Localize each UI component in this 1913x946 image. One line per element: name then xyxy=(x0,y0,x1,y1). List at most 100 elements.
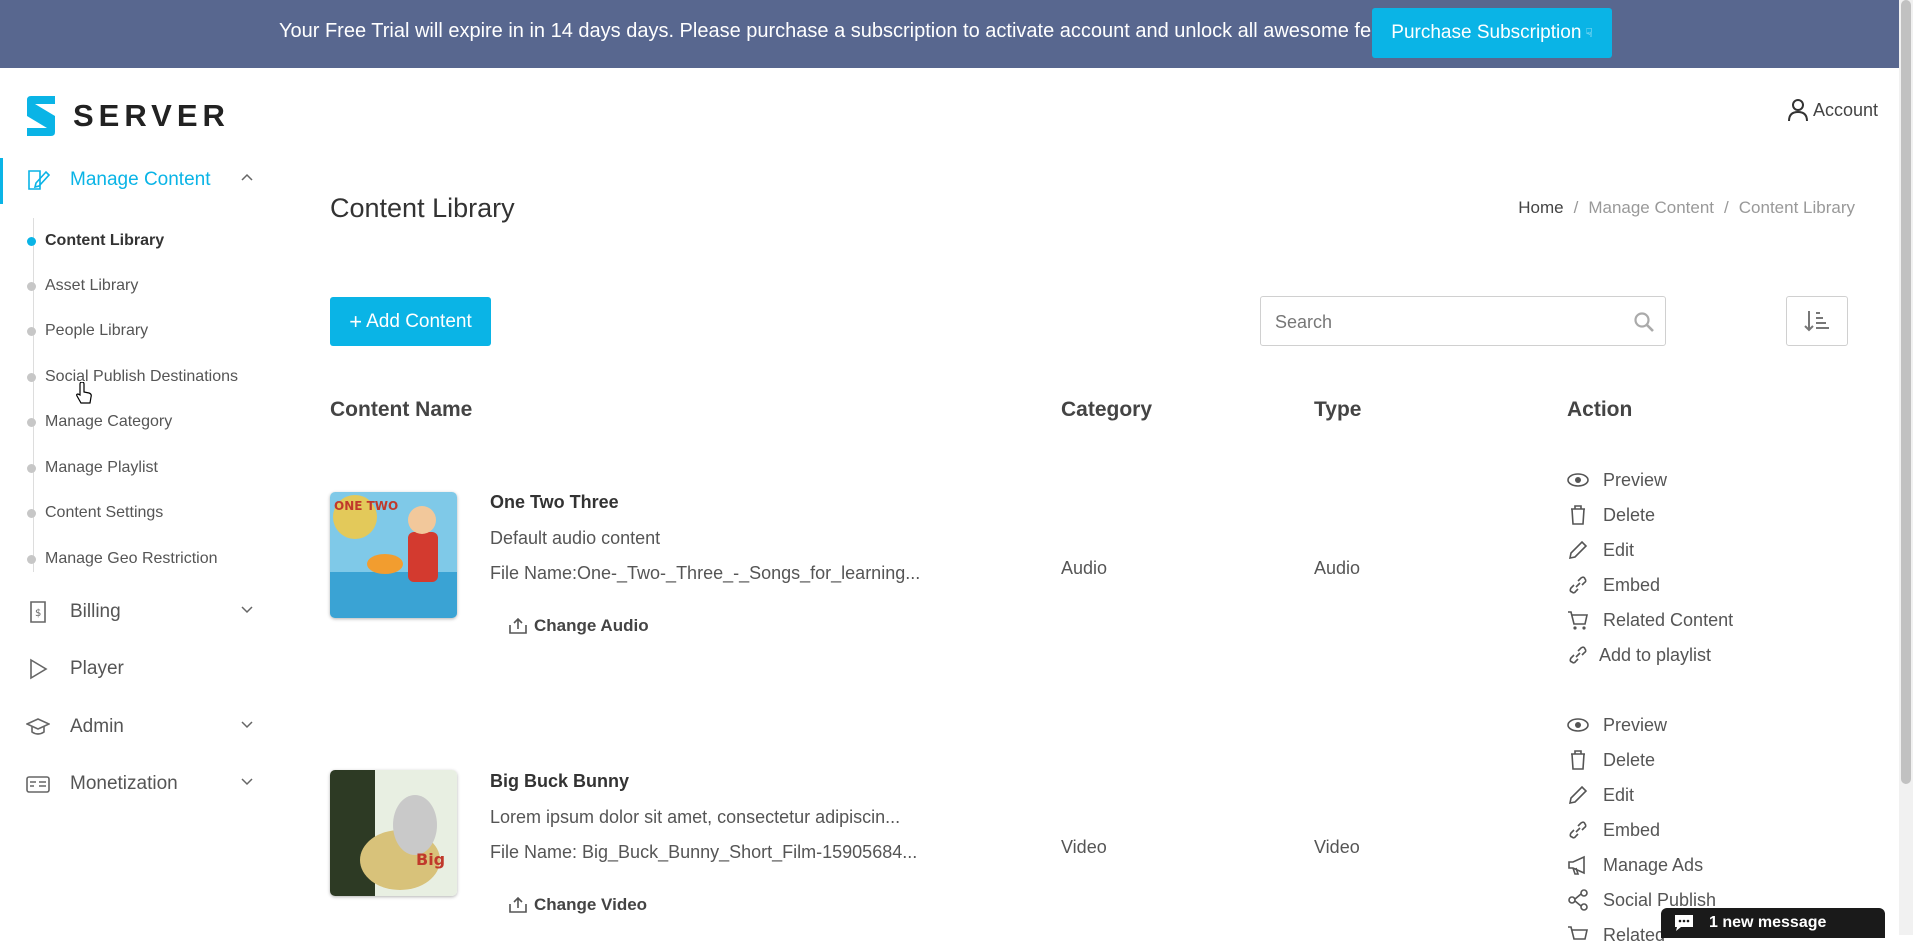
sidebar-subitem-people-library[interactable]: People Library xyxy=(27,322,148,340)
cart-icon xyxy=(1568,926,1588,940)
action-label: Delete xyxy=(1603,504,1656,525)
breadcrumb-current: Content Library xyxy=(1738,198,1855,217)
action-embed[interactable]: Embed xyxy=(1567,574,1660,596)
logo-icon xyxy=(27,96,55,136)
sidebar-item-admin[interactable]: Admin xyxy=(0,699,260,755)
sidebar-item-manage-content[interactable]: Manage Content xyxy=(0,152,260,208)
trial-banner-text: Your Free Trial will expire in in 14 day… xyxy=(279,20,1433,42)
action-label: Manage Ads xyxy=(1603,854,1704,875)
account-label: Account xyxy=(1813,99,1879,120)
action-label: Embed xyxy=(1603,819,1661,840)
chat-widget[interactable]: 1 new message xyxy=(1661,908,1885,938)
action-label: Preview xyxy=(1603,714,1668,735)
sidebar-subitem-label: Content Settings xyxy=(45,504,164,521)
purchase-subscription-label: Purchase Subscription xyxy=(1391,22,1582,43)
scrollbar-track[interactable] xyxy=(1899,0,1913,935)
content-thumbnail[interactable]: Big xyxy=(330,770,457,896)
sidebar-subitem-content-settings[interactable]: Content Settings xyxy=(27,504,164,522)
bullet-icon xyxy=(27,282,36,291)
action-label: Preview xyxy=(1603,469,1668,490)
breadcrumb-manage-content[interactable]: Manage Content xyxy=(1588,198,1714,218)
action-preview[interactable]: Preview xyxy=(1567,469,1667,491)
sidebar-item-label: Monetization xyxy=(70,773,178,794)
action-embed[interactable]: Embed xyxy=(1567,819,1660,841)
purchase-subscription-button[interactable]: Purchase Subscription ☟ xyxy=(1372,8,1612,58)
sort-icon xyxy=(1804,311,1829,332)
logo[interactable]: SERVER xyxy=(25,96,230,136)
sidebar-item-label: Player xyxy=(70,658,124,679)
trial-banner: Your Free Trial will expire in in 14 day… xyxy=(0,0,1913,68)
bullet-icon xyxy=(27,418,36,427)
action-edit[interactable]: Edit xyxy=(1567,784,1634,806)
breadcrumb-separator: / xyxy=(1573,198,1579,217)
breadcrumb-home[interactable]: Home xyxy=(1518,198,1563,218)
sidebar-subitem-content-library[interactable]: Content Library xyxy=(27,232,164,250)
bullet-icon xyxy=(27,464,36,473)
sidebar-item-player[interactable]: Player xyxy=(0,641,260,697)
column-header-type: Type xyxy=(1314,398,1362,421)
plus-icon: + xyxy=(349,308,363,334)
action-delete[interactable]: Delete xyxy=(1567,749,1655,771)
sidebar-item-label: Manage Content xyxy=(70,169,211,190)
svg-text:$: $ xyxy=(35,608,41,619)
action-label: Delete xyxy=(1603,749,1656,770)
chevron-down-icon xyxy=(241,606,253,614)
action-delete[interactable]: Delete xyxy=(1567,504,1655,526)
account-menu[interactable]: Account xyxy=(1787,98,1878,122)
megaphone-icon xyxy=(1568,855,1585,875)
sort-button[interactable] xyxy=(1786,296,1848,346)
content-name[interactable]: One Two Three xyxy=(490,492,619,513)
sidebar-subitem-label: Manage Category xyxy=(45,413,173,430)
sidebar-subitem-label: Social Publish Destinations xyxy=(45,368,238,385)
search-input[interactable] xyxy=(1273,309,1617,335)
sidebar-subitem-manage-playlist[interactable]: Manage Playlist xyxy=(27,459,158,477)
thumbnail-image: ONE TWO xyxy=(330,492,457,618)
link-icon xyxy=(1569,646,1587,664)
eye-icon xyxy=(1567,473,1589,487)
content-type: Video xyxy=(1314,837,1360,857)
content-name[interactable]: Big Buck Bunny xyxy=(490,771,629,792)
content-description: Lorem ipsum dolor sit amet, consectetur … xyxy=(490,807,901,827)
action-manage-ads[interactable]: Manage Ads xyxy=(1567,854,1703,876)
sidebar-subitem-social-publish-destinations[interactable]: Social Publish Destinations xyxy=(27,368,238,386)
card-icon xyxy=(26,776,50,793)
sidebar-item-monetization[interactable]: Monetization xyxy=(0,756,260,812)
content-thumbnail[interactable]: ONE TWO xyxy=(330,492,457,618)
sidebar-item-billing[interactable]: $ Billing xyxy=(0,584,260,640)
content-category: Audio xyxy=(1061,558,1108,578)
sidebar-subitem-manage-category[interactable]: Manage Category xyxy=(27,413,173,431)
column-header-content-name: Content Name xyxy=(330,398,473,421)
action-edit[interactable]: Edit xyxy=(1567,539,1634,561)
sidebar-subitem-asset-library[interactable]: Asset Library xyxy=(27,277,138,295)
bullet-icon xyxy=(27,237,36,246)
action-label: Edit xyxy=(1603,784,1635,805)
action-preview[interactable]: Preview xyxy=(1567,714,1667,736)
column-header-action: Action xyxy=(1567,398,1633,421)
eye-icon xyxy=(1567,718,1589,732)
logo-text: SERVER xyxy=(73,98,230,133)
change-video-button[interactable]: Change Video xyxy=(508,895,647,915)
trash-icon xyxy=(1571,505,1585,525)
breadcrumb-separator: / xyxy=(1724,198,1729,217)
add-content-button[interactable]: + Add Content xyxy=(330,297,491,346)
search-icon[interactable] xyxy=(1633,311,1655,333)
pencil-icon xyxy=(1568,540,1588,560)
sidebar-subitem-label: Manage Geo Restriction xyxy=(45,550,218,567)
action-related[interactable]: Related xyxy=(1567,924,1665,946)
sidebar-subitem-manage-geo-restriction[interactable]: Manage Geo Restriction xyxy=(27,550,218,568)
bullet-icon xyxy=(27,509,36,518)
hand-cursor-icon xyxy=(76,382,92,404)
content-description: Default audio content xyxy=(490,528,661,548)
submenu-line xyxy=(33,218,34,572)
action-label: Related Content xyxy=(1603,609,1734,630)
action-related-content[interactable]: Related Content xyxy=(1567,609,1733,631)
breadcrumb: Home / Manage Content / Content Library xyxy=(1518,198,1855,218)
change-audio-button[interactable]: Change Audio xyxy=(508,616,649,636)
sidebar-subitem-label: Manage Playlist xyxy=(45,459,158,476)
scrollbar-thumb[interactable] xyxy=(1901,0,1911,784)
chat-label: 1 new message xyxy=(1709,914,1827,931)
invoice-icon: $ xyxy=(30,601,46,623)
trash-icon xyxy=(1571,750,1585,770)
link-icon xyxy=(1569,821,1587,839)
action-add-to-playlist[interactable]: Add to playlist xyxy=(1567,644,1711,666)
